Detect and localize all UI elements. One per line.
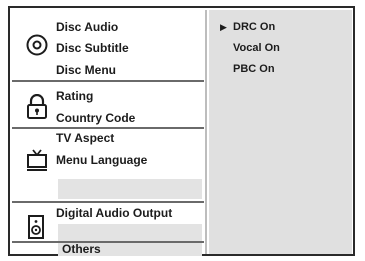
lock-group: Rating Country Code: [12, 82, 204, 127]
selection-cursor-icon: ▶: [220, 22, 227, 32]
menu-item-menu-language[interactable]: Menu Language: [56, 153, 147, 167]
menu-item-others[interactable]: Others: [58, 242, 202, 256]
menu-item-rating[interactable]: Rating: [56, 89, 93, 103]
tv-icon: [27, 149, 47, 171]
panel-divider: [205, 10, 207, 254]
options-panel: ▶ DRC On Vocal On PBC On: [209, 10, 352, 254]
menu-item-disc-audio[interactable]: Disc Audio: [56, 20, 118, 34]
speaker-icon: [28, 215, 44, 239]
others-label: Others: [62, 242, 101, 256]
lock-icon: [27, 94, 47, 119]
disc-icon: [26, 34, 48, 56]
option-drc-on[interactable]: DRC On: [233, 21, 275, 33]
option-pbc-on[interactable]: PBC On: [233, 63, 275, 75]
menu-categories-panel: Disc Audio Disc Subtitle Disc Menu Ratin…: [12, 10, 204, 256]
menu-item-tv-aspect[interactable]: TV Aspect: [56, 131, 114, 145]
menu-item-digital-audio-output[interactable]: Digital Audio Output: [56, 206, 172, 220]
empty-menu-slot: [58, 179, 202, 199]
setup-menu-frame: Disc Audio Disc Subtitle Disc Menu Ratin…: [8, 6, 355, 256]
menu-item-country-code[interactable]: Country Code: [56, 111, 135, 125]
tv-group: TV Aspect Menu Language: [12, 129, 204, 185]
menu-item-disc-subtitle[interactable]: Disc Subtitle: [56, 41, 129, 55]
disc-group: Disc Audio Disc Subtitle Disc Menu: [12, 10, 204, 80]
menu-item-disc-menu[interactable]: Disc Menu: [56, 63, 116, 77]
option-vocal-on[interactable]: Vocal On: [233, 42, 280, 54]
